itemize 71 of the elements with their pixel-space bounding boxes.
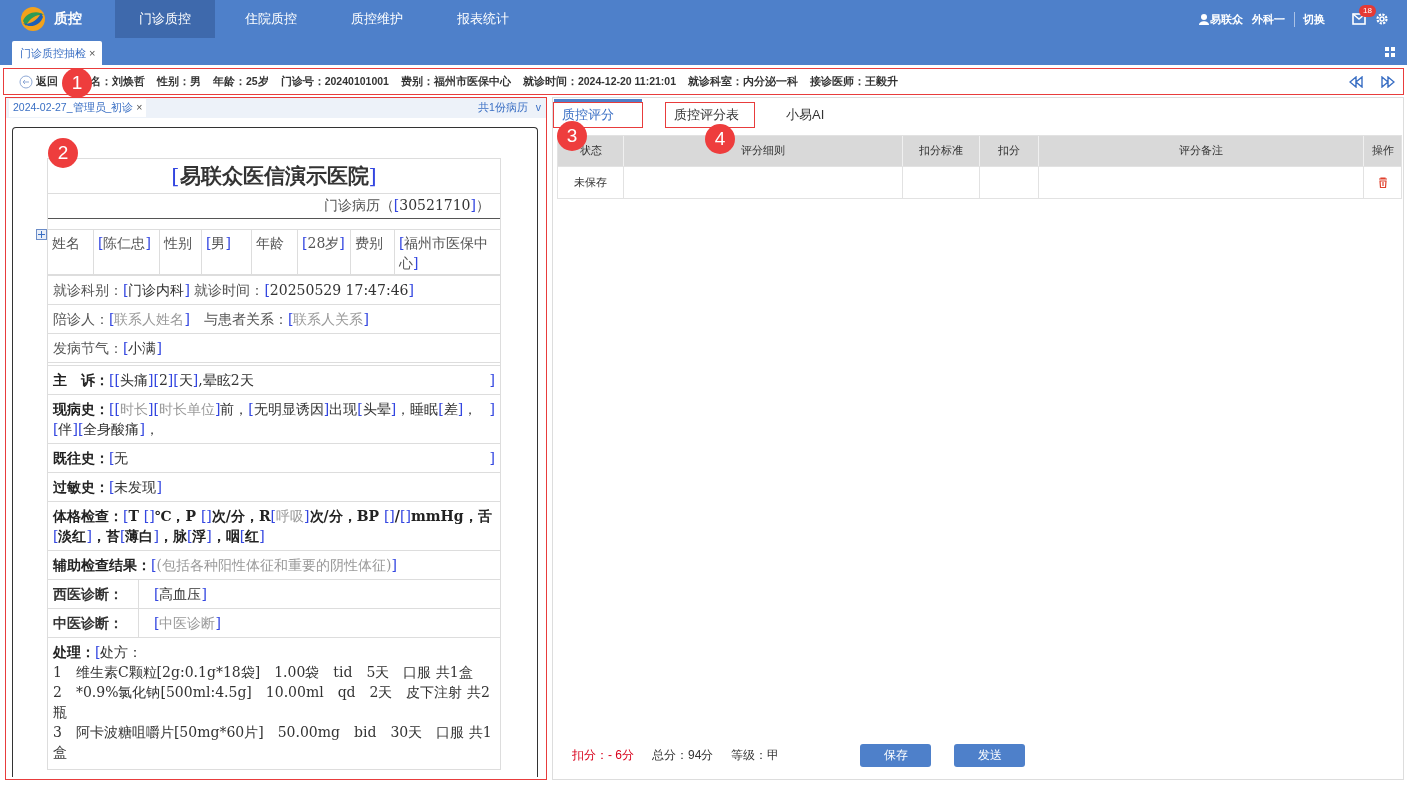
patient-field: 名：刘焕哲 (90, 74, 145, 89)
patient-field: 就诊时间：2024-12-20 11:21:01 (522, 74, 677, 89)
grid-icon[interactable] (1385, 47, 1395, 57)
record-label: 中医诊断： (48, 609, 139, 637)
mail-icon[interactable] (1352, 13, 1366, 25)
record-tab[interactable]: 2024-02-27_管理员_初诊 × (9, 99, 147, 117)
record-line: 就诊科别：[门诊内科] 就诊时间：[20250529 17:47:46] (48, 276, 500, 305)
app-title: 质控 (54, 10, 82, 28)
settings-icon[interactable] (1375, 12, 1389, 26)
patient-field: 接诊医师：王毅升 (810, 74, 899, 89)
callout-marker: 1 (62, 68, 92, 98)
rewind-icon[interactable] (1349, 75, 1363, 88)
action-button[interactable]: 发送 (954, 744, 1026, 767)
nav-tab[interactable]: 门诊质控 (115, 0, 215, 38)
score-tab[interactable]: 小易AI (777, 102, 867, 128)
record-line: 辅助检查结果：[(包括各种阳性体征和重要的阴性体征)] (48, 551, 500, 580)
field-label: 姓名 (48, 230, 94, 275)
patient-field: 费别：福州市医保中心 (400, 74, 511, 89)
score-tab[interactable]: 质控评分表 (665, 102, 755, 128)
patient-field: 年龄：25岁 (213, 74, 269, 89)
field-label: 性别 (160, 230, 202, 275)
patient-field: 性别：男 (157, 74, 201, 89)
nav-tab[interactable]: 住院质控 (221, 0, 321, 38)
table-cell: 未保存 (558, 167, 624, 198)
field-value: [陈仁忠] (94, 230, 160, 275)
column-header: 操作 (1370, 143, 1395, 158)
column-header: 评分备注 (1039, 136, 1364, 166)
callout-marker: 2 (48, 138, 78, 168)
fast-forward-icon[interactable] (1381, 75, 1395, 88)
expand-table-icon[interactable] (36, 229, 47, 240)
hospital-title: [易联众医信演示医院] (48, 159, 500, 194)
delete-icon[interactable] (1377, 177, 1388, 188)
record-line: ] 主 诉：[[头痛][2][天],晕眩2天 (48, 366, 500, 395)
notification-badge: 18 (1359, 5, 1376, 17)
deduction-score: 扣分：- 6分 (572, 747, 634, 764)
field-value: [福州市医保中心] (395, 230, 500, 275)
record-line: 陪诊人：[联系人姓名] 与患者关系：[联系人关系] (48, 305, 500, 334)
record-value: [高血压] (153, 585, 208, 604)
patient-field: 门诊号：20240101001 (280, 74, 389, 89)
record-value: [中医诊断] (153, 614, 222, 633)
nav-tab[interactable]: 质控维护 (327, 0, 427, 38)
field-value: [28岁] (298, 230, 351, 275)
record-line: 体格检查：[T []℃，P []次/分，R[呼吸]次/分，BP []/[]mmHg，舌 [淡红]，苔[薄白]，脉[浮]，咽[红] (48, 502, 500, 551)
record-line: 发病节气：[小满] (48, 334, 500, 363)
user-name[interactable]: 易联众 (1199, 11, 1243, 27)
patient-field: 就诊科室：内分泌一科 (688, 74, 799, 89)
nav-tab[interactable]: 报表统计 (433, 0, 533, 38)
field-label: 费别 (351, 230, 395, 275)
callout-marker: 4 (705, 124, 735, 154)
column-header: 扣分 (980, 136, 1039, 166)
score-tab[interactable]: 质控评分 (553, 102, 643, 128)
logo-icon (20, 6, 46, 32)
dropdown-toggle[interactable]: v (535, 101, 541, 115)
record-label: 西医诊断： (48, 580, 139, 608)
page-tab[interactable]: 门诊质控抽检 × (12, 41, 102, 65)
back-button[interactable]: 返回 (19, 74, 58, 89)
record-line: ] 既往史：[无 (48, 444, 500, 473)
field-value: [男] (202, 230, 252, 275)
record-count: 共1份病历 (477, 101, 528, 115)
action-button[interactable]: 保存 (860, 744, 932, 767)
record-line: 过敏史：[未发现] (48, 473, 500, 502)
grade-label: 等级：甲 (731, 747, 780, 764)
field-label: 年龄 (252, 230, 298, 275)
record-line: 处理：[处方： 1 维生素C颗粒[2g:0.1g*18袋] 1.00袋 tid 5天 口服 共1盒 2 *0.9%氯化钠[500ml:4.5g] 10.00ml qd 2天 皮下注射 共2瓶 3 阿卡波糖咀嚼片[50mg*60片] 50.00mg bid 30天 口服 共1盒 (52, 643, 493, 762)
record-subtitle: 门诊病历（[30521710]） (48, 194, 500, 219)
total-score: 总分：94分 (652, 747, 714, 764)
column-header: 扣分标准 (903, 136, 980, 166)
switch-link[interactable]: 切换 (1294, 11, 1325, 27)
record-line: ] 现病史：[[时长][时长单位]前，[无明显诱因]出现[头晕]，睡眠[差]， [伴][全身酸痛]， (48, 395, 500, 444)
department-name[interactable]: 外科一 (1252, 11, 1285, 27)
user-icon (1199, 13, 1209, 25)
